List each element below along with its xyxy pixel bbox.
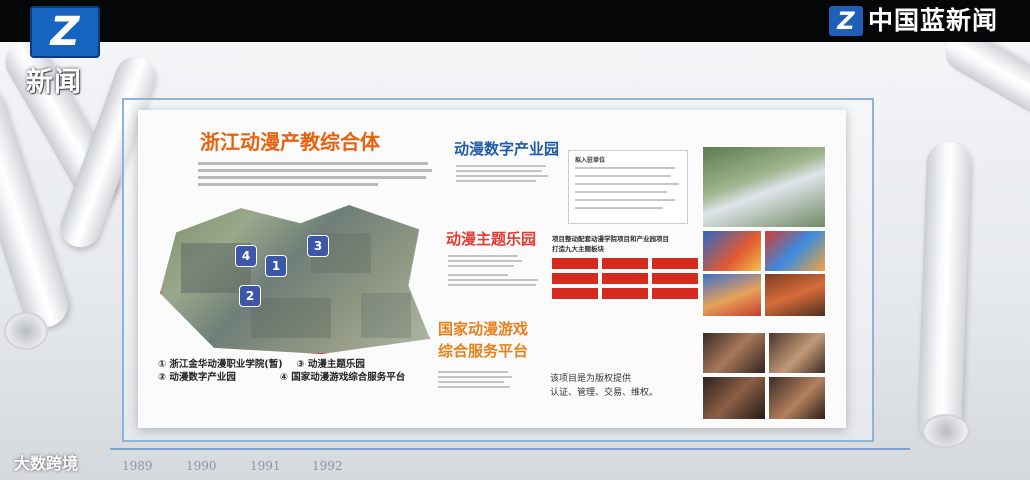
map-marker-4: 4	[235, 245, 257, 267]
legend-item-4: ④ 国家动漫游戏综合服务平台	[279, 372, 406, 383]
board-title: 浙江动漫产教综合体	[200, 130, 380, 154]
right-roll-end	[922, 414, 970, 448]
theme-block-6	[652, 273, 698, 284]
legend-item-2: ② 动漫数字产业园	[158, 372, 236, 383]
roll-end	[4, 312, 48, 350]
theme-park-title: 动漫主题乐园	[446, 230, 537, 248]
theme-block-8	[602, 288, 648, 299]
right-paper-roll	[916, 141, 972, 443]
display-board: 浙江动漫产教综合体 4 1 3 2 ① 浙江金华动漫职业学院(暂) ③ 动漫主题…	[138, 110, 846, 428]
theme-block-3	[652, 258, 698, 269]
game-platform-stats-blurred	[438, 368, 512, 391]
theme-park-description: 项目整动配套动漫学院项目和产业园项目 打造九大主题板块	[552, 235, 669, 253]
game-platform-description: 该项目是为版权提供 认证、管理、交易、维权。	[550, 374, 659, 398]
theme-block-7	[552, 288, 598, 299]
theme-park-photo-4	[764, 273, 826, 317]
timeline-year: 1990	[186, 459, 217, 473]
theme-block-9	[652, 288, 698, 299]
channel-logo-label: 新闻	[26, 67, 82, 98]
timeline-year: 1991	[250, 459, 281, 473]
theme-park-stats-blurred	[448, 252, 538, 289]
z-logo-icon: Z	[50, 9, 80, 55]
intro-paragraph-blurred	[198, 158, 436, 190]
brand-name: 中国蓝新闻	[868, 6, 999, 35]
exhibition-photo-3	[702, 376, 766, 420]
timeline-year: 1992	[312, 459, 343, 473]
theme-park-photo-2	[764, 230, 826, 272]
timeline-year: 1989	[122, 459, 153, 473]
map-marker-2: 2	[239, 285, 261, 307]
map-legend: ① 浙江金华动漫职业学院(暂) ③ 动漫主题乐园 ② 动漫数字产业园 ④ 国家动…	[158, 358, 405, 384]
units-panel: 拟入驻单位	[568, 150, 688, 224]
campus-aerial-photo	[702, 146, 826, 228]
legend-item-3: ③ 动漫主题乐园	[296, 359, 365, 370]
channel-logo: Z	[30, 6, 100, 58]
digital-park-stats-blurred	[456, 162, 556, 185]
theme-block-2	[602, 258, 648, 269]
theme-park-photo-1	[702, 230, 762, 272]
theme-block-4	[552, 273, 598, 284]
exhibition-photo-1	[702, 332, 766, 374]
exhibition-photo-2	[768, 332, 826, 374]
brand-z-icon: Z	[829, 6, 863, 36]
watermark: 大数跨境	[14, 454, 79, 473]
theme-block-1	[552, 258, 598, 269]
game-platform-title: 国家动漫游戏 综合服务平台	[438, 320, 529, 360]
theme-block-5	[602, 273, 648, 284]
digital-park-title: 动漫数字产业园	[454, 140, 560, 158]
units-heading: 拟入驻单位	[575, 157, 606, 164]
map-marker-3: 3	[307, 235, 329, 257]
map-marker-1: 1	[265, 255, 287, 277]
exhibition-photo-4	[768, 376, 826, 420]
timeline-bar	[110, 448, 910, 450]
legend-item-1: ① 浙江金华动漫职业学院(暂)	[158, 359, 283, 370]
theme-park-photo-3	[702, 273, 762, 317]
aerial-map: 4 1 3 2	[160, 205, 430, 354]
top-right-paper-roll	[938, 42, 1030, 120]
